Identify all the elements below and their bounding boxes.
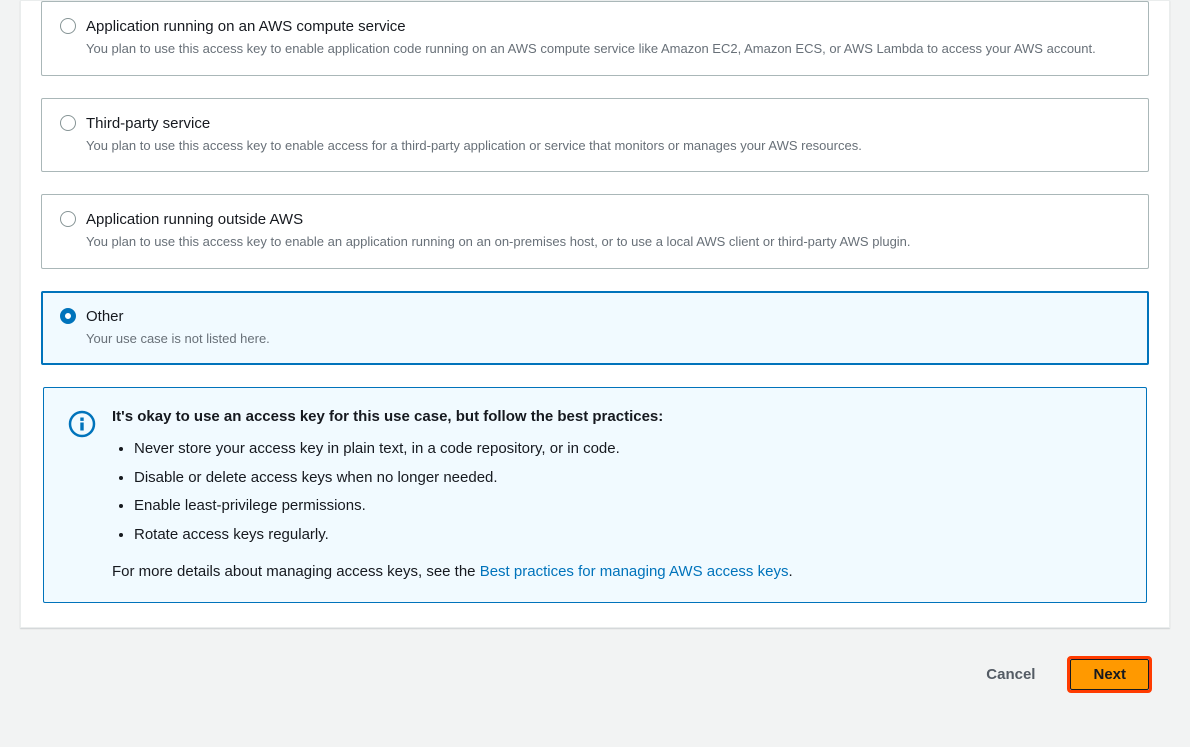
radio-option-aws-compute[interactable]: Application running on an AWS compute se… xyxy=(41,1,1149,76)
info-footer-prefix: For more details about managing access k… xyxy=(112,563,480,580)
radio-title: Third-party service xyxy=(86,113,1130,134)
radio-title: Application running outside AWS xyxy=(86,209,1130,230)
radio-icon xyxy=(60,115,76,131)
radio-desc: You plan to use this access key to enabl… xyxy=(86,232,1130,252)
info-footer-suffix: . xyxy=(788,563,792,580)
radio-option-third-party[interactable]: Third-party service You plan to use this… xyxy=(41,98,1149,173)
radio-title: Other xyxy=(86,306,1130,327)
info-footer: For more details about managing access k… xyxy=(112,563,1122,580)
radio-icon xyxy=(60,308,76,324)
info-icon xyxy=(68,410,96,438)
next-button[interactable]: Next xyxy=(1070,659,1149,690)
list-item: Rotate access keys regularly. xyxy=(134,521,1122,550)
list-item: Disable or delete access keys when no lo… xyxy=(134,464,1122,493)
radio-icon xyxy=(60,18,76,34)
radio-option-outside-aws[interactable]: Application running outside AWS You plan… xyxy=(41,194,1149,269)
radio-title: Application running on an AWS compute se… xyxy=(86,16,1130,37)
radio-desc: You plan to use this access key to enabl… xyxy=(86,136,1130,156)
list-item: Enable least-privilege permissions. xyxy=(134,492,1122,521)
access-key-usecase-panel: Application running on an AWS compute se… xyxy=(20,0,1170,628)
info-alert: It's okay to use an access key for this … xyxy=(43,387,1147,603)
radio-icon xyxy=(60,211,76,227)
best-practices-link[interactable]: Best practices for managing AWS access k… xyxy=(480,563,789,580)
footer-actions: Cancel Next xyxy=(20,628,1170,703)
next-button-highlight: Next xyxy=(1067,656,1152,693)
info-title: It's okay to use an access key for this … xyxy=(112,408,1122,425)
info-best-practices-list: Never store your access key in plain tex… xyxy=(112,435,1122,549)
radio-desc: You plan to use this access key to enabl… xyxy=(86,39,1130,59)
radio-option-other[interactable]: Other Your use case is not listed here. xyxy=(41,291,1149,366)
cancel-button[interactable]: Cancel xyxy=(974,658,1047,691)
radio-desc: Your use case is not listed here. xyxy=(86,329,1130,349)
list-item: Never store your access key in plain tex… xyxy=(134,435,1122,464)
